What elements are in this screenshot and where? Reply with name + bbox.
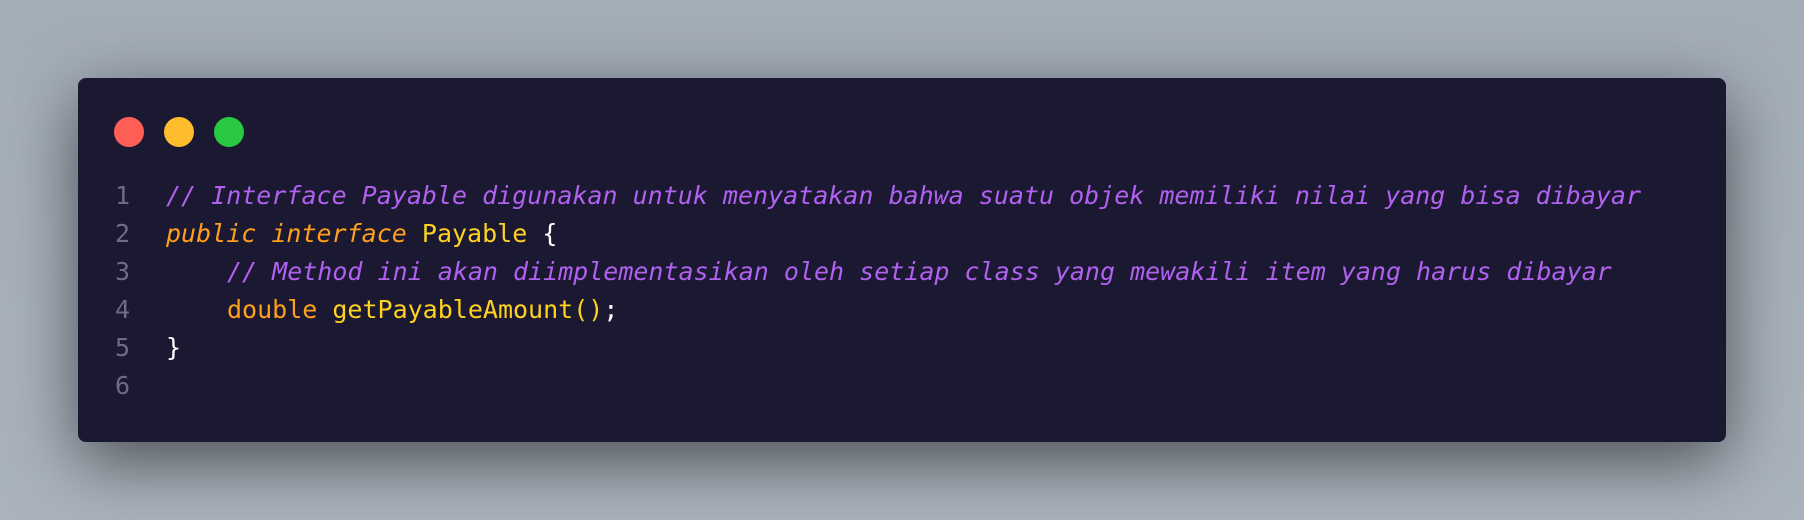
line-number: 2	[114, 219, 130, 248]
code-window: 1 // Interface Payable digunakan untuk m…	[78, 78, 1726, 442]
code-line-2: 2 public interface Payable {	[78, 215, 1726, 253]
close-brace: }	[166, 333, 182, 362]
semicolon: ;	[603, 295, 619, 324]
line-number: 5	[114, 333, 130, 362]
line-content: public interface Payable {	[130, 215, 557, 253]
code-line-5: 5 }	[78, 329, 1726, 367]
line-content: // Method ini akan diimplementasikan ole…	[130, 253, 1612, 291]
line-content: }	[130, 329, 181, 367]
code-line-4: 4 double getPayableAmount();	[78, 291, 1726, 329]
code-line-1: 1 // Interface Payable digunakan untuk m…	[78, 177, 1726, 215]
line-number: 6	[114, 371, 130, 400]
line-content	[130, 367, 166, 405]
keyword-public: public	[166, 219, 257, 248]
keyword-interface: interface	[271, 219, 407, 248]
window-controls	[114, 117, 244, 147]
code-block: 1 // Interface Payable digunakan untuk m…	[78, 177, 1726, 405]
method-name: getPayableAmount	[332, 295, 574, 324]
interface-name: Payable	[421, 219, 528, 248]
maximize-button[interactable]	[214, 117, 244, 147]
line-number: 1	[114, 181, 130, 210]
open-brace: {	[542, 219, 558, 248]
code-line-3: 3 // Method ini akan diimplementasikan o…	[78, 253, 1726, 291]
method-parens: ()	[573, 295, 604, 324]
comment: // Method ini akan diimplementasikan ole…	[227, 257, 1612, 286]
line-content: double getPayableAmount();	[130, 291, 618, 329]
return-type: double	[227, 295, 318, 324]
minimize-button[interactable]	[164, 117, 194, 147]
line-number: 4	[114, 295, 130, 324]
line-content: // Interface Payable digunakan untuk men…	[130, 177, 1641, 215]
code-line-6: 6	[78, 367, 1726, 405]
close-button[interactable]	[114, 117, 144, 147]
line-number: 3	[114, 257, 130, 286]
comment: // Interface Payable digunakan untuk men…	[166, 181, 1642, 210]
